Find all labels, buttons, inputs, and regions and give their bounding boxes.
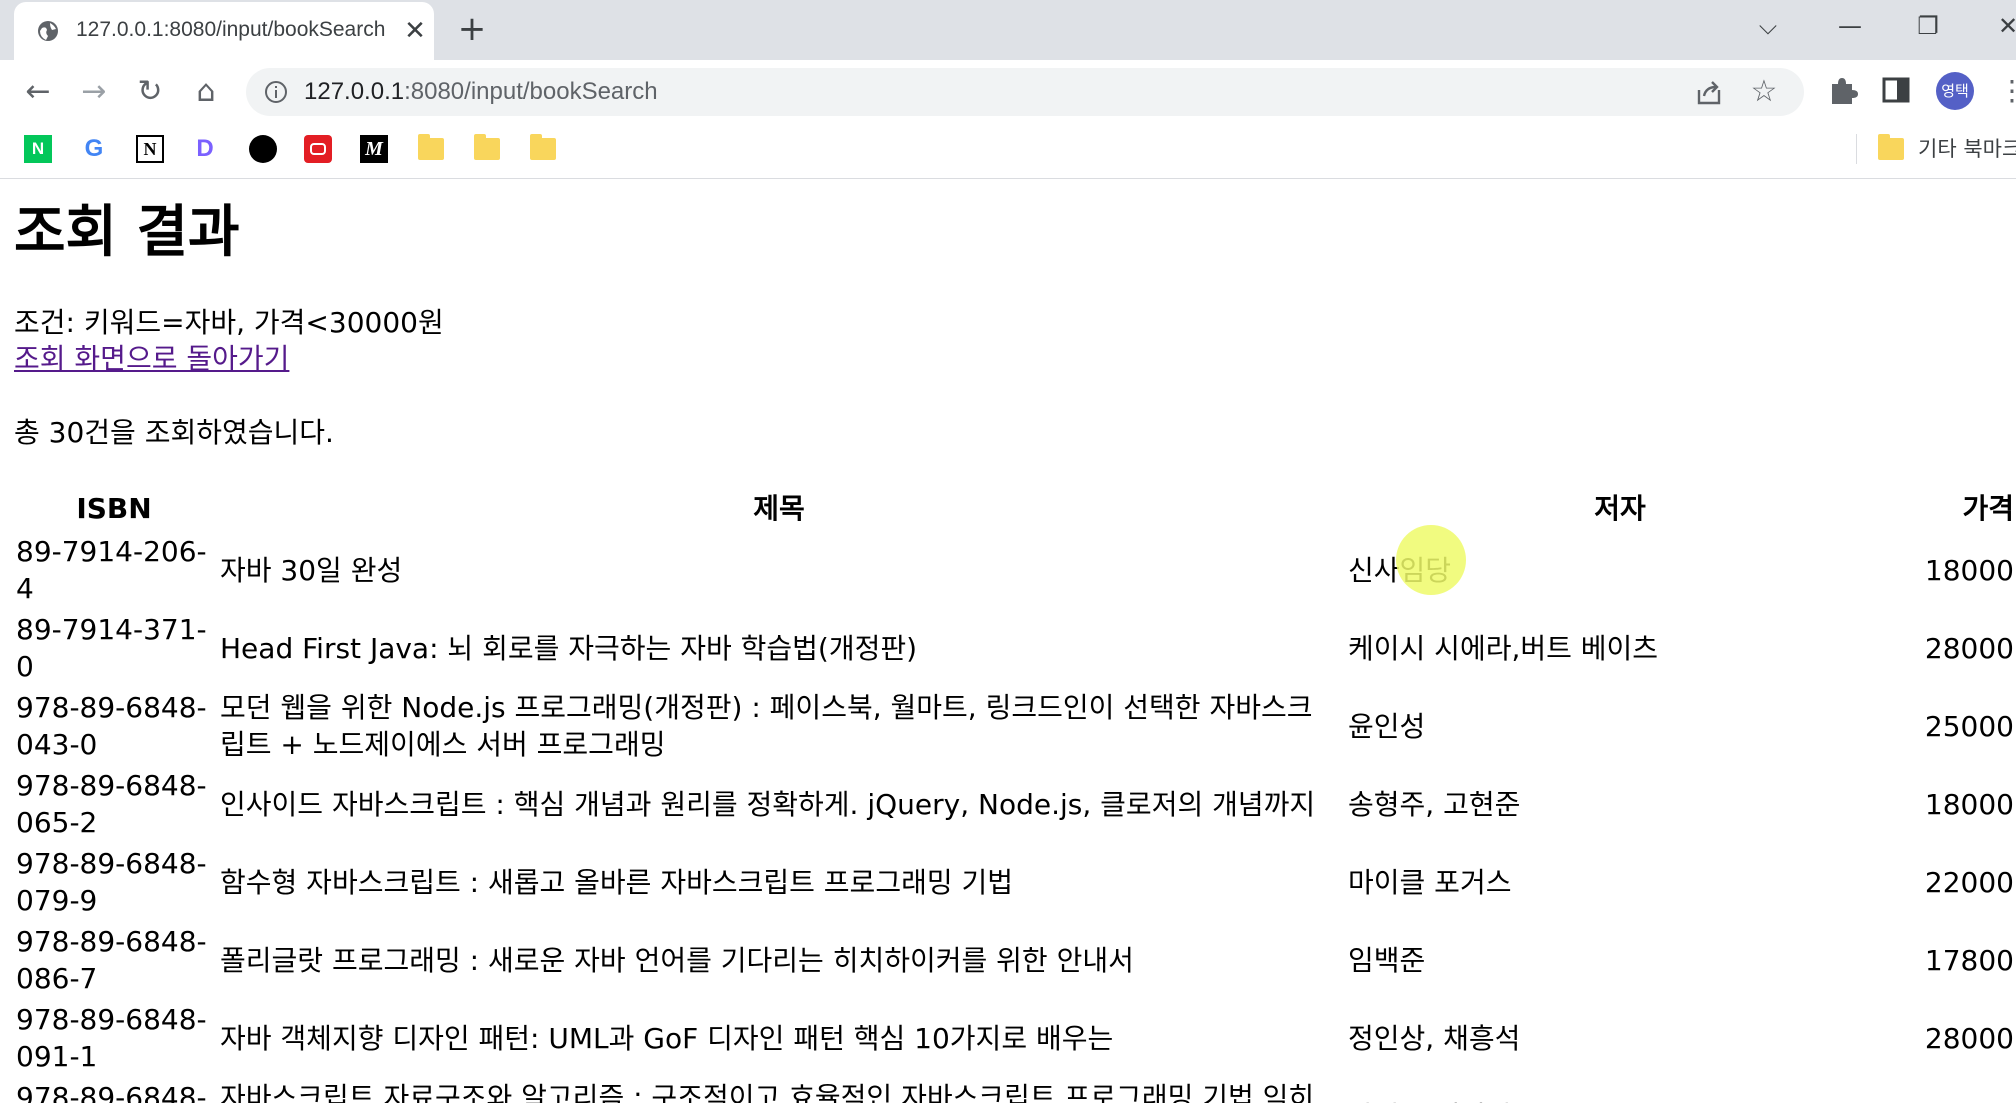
cell-isbn: 978-89-6848-065-2 <box>16 769 207 839</box>
cell-author: 임백준 <box>1348 943 1426 977</box>
bookmarks-bar: N G N D M 기타 북마크 <box>0 122 2016 179</box>
cell-title: 함수형 자바스크립트 : 새롭고 올바른 자바스크립트 프로그래밍 기법 <box>220 865 1014 899</box>
folder-icon[interactable] <box>418 134 444 160</box>
browser-toolbar: ← → ↻ ⌂ 127.0.0.1:8080/input/bookSearch … <box>0 60 2016 122</box>
folder-icon[interactable] <box>474 134 500 160</box>
cell-author: 마이클 포거스 <box>1348 865 1512 899</box>
cell-title: 자바 객체지향 디자인 패턴: UML과 GoF 디자인 패턴 핵심 10가지로… <box>220 1021 1114 1055</box>
cell-price: 18000 <box>1924 787 2014 821</box>
cell-isbn: 978-89-6848-043-0 <box>16 691 207 761</box>
browser-tab[interactable]: 127.0.0.1:8080/input/bookSearch ✕ <box>14 2 434 60</box>
back-to-search-link[interactable]: 조회 화면으로 돌아가기 <box>14 341 289 377</box>
cell-isbn: 89-7914-371-0 <box>16 613 207 683</box>
side-panel-icon[interactable] <box>1882 76 1910 104</box>
cell-title: 자바스크립트 자료구조와 알고리즘 : 구조적이고 효율적인 자바스크립트 프로… <box>220 1081 1315 1103</box>
cell-title: 인사이드 자바스크립트 : 핵심 개념과 원리를 정확하게. jQuery, N… <box>220 787 1316 821</box>
other-bookmarks-label[interactable]: 기타 북마크 <box>1918 134 2016 164</box>
page-title: 조회 결과 <box>14 200 240 265</box>
cell-title: Head First Java: 뇌 회로를 자극하는 자바 학습법(개정판) <box>220 631 918 665</box>
back-arrow-icon[interactable]: ← <box>18 72 58 112</box>
restore-icon[interactable]: ❐ <box>1908 8 1948 44</box>
header-price: 가격 <box>1962 491 2014 525</box>
table-row: 978-89-6848-091-1 자바 객체지향 디자인 패턴: UML과 G… <box>14 999 2016 1077</box>
table-row: 978-89-6848-079-9 함수형 자바스크립트 : 새롭고 올바른 자… <box>14 843 2016 921</box>
header-isbn: ISBN <box>76 491 152 525</box>
site-info-icon[interactable] <box>264 80 288 104</box>
cell-isbn: 89-7914-206-4 <box>16 535 207 605</box>
cell-price: 28000 <box>1924 1021 2014 1055</box>
reload-icon[interactable]: ↻ <box>130 72 170 112</box>
d-app-icon[interactable]: D <box>191 135 219 163</box>
header-author: 저자 <box>1594 491 1646 525</box>
folder-icon[interactable] <box>530 134 556 160</box>
cell-title: 모던 웹을 위한 Node.js 프로그래밍(개정판) : 페이스북, 월마트,… <box>220 691 1313 761</box>
table-row: 978-89-6848-043-0 모던 웹을 위한 Node.js 프로그래밍… <box>14 687 2016 765</box>
naver-icon[interactable]: N <box>24 135 52 163</box>
extensions-puzzle-icon[interactable] <box>1828 74 1858 106</box>
github-icon[interactable] <box>249 135 277 163</box>
cell-isbn: 978-89-6848-122-2 <box>16 1081 207 1103</box>
other-bookmarks-folder-icon[interactable] <box>1878 134 1904 160</box>
cell-price: 22000 <box>1894 1077 2016 1103</box>
cell-price: 17800 <box>1924 943 2014 977</box>
new-tab-icon[interactable]: + <box>454 12 490 48</box>
table-row: 978-89-6848-122-2 자바스크립트 자료구조와 알고리즘 : 구조… <box>14 1077 2016 1103</box>
cursor-highlight <box>1396 525 1466 595</box>
cell-title: 자바 30일 완성 <box>220 553 403 587</box>
url-path: :8080/input/bookSearch <box>404 78 658 105</box>
bookmark-star-icon[interactable]: ☆ <box>1746 74 1782 110</box>
table-row: 89-7914-206-4 자바 30일 완성 신사임당 18000 <box>14 531 2016 609</box>
table-row: 89-7914-371-0 Head First Java: 뇌 회로를 자극하… <box>14 609 2016 687</box>
cell-isbn: 978-89-6848-086-7 <box>16 925 207 995</box>
globe-icon <box>38 21 58 41</box>
m-app-icon[interactable]: M <box>360 135 388 163</box>
home-icon[interactable]: ⌂ <box>186 72 226 112</box>
share-icon[interactable] <box>1694 78 1724 108</box>
cell-author: 케이시 시에라,버트 베이츠 <box>1348 631 1659 665</box>
minimize-icon[interactable]: — <box>1830 8 1870 44</box>
tab-search-icon[interactable]: ⌵ <box>1748 8 1788 44</box>
search-condition: 조건: 키워드=자바, 가격<30000원 <box>14 306 444 339</box>
table-row: 978-89-6848-065-2 인사이드 자바스크립트 : 핵심 개념과 원… <box>14 765 2016 843</box>
cell-title: 폴리글랏 프로그래밍 : 새로운 자바 언어를 기다리는 히치하이커를 위한 안… <box>220 943 1134 977</box>
notion-icon[interactable]: N <box>136 135 164 163</box>
bookmarks-divider <box>1856 134 1857 164</box>
google-icon[interactable]: G <box>80 135 108 163</box>
cell-price: 25000 <box>1924 709 2014 743</box>
table-row: 978-89-6848-086-7 폴리글랏 프로그래밍 : 새로운 자바 언어… <box>14 921 2016 999</box>
close-window-icon[interactable]: ✕ <box>1988 8 2016 44</box>
url-text[interactable]: 127.0.0.1:8080/input/bookSearch <box>304 78 658 108</box>
page-content: 조회 결과 조건: 키워드=자바, 가격<30000원 조회 화면으로 돌아가기… <box>0 179 2016 1103</box>
close-tab-icon[interactable]: ✕ <box>400 16 430 46</box>
cell-price: 22000 <box>1924 865 2014 899</box>
cell-price: 18000 <box>1924 553 2014 587</box>
cell-isbn: 978-89-6848-091-1 <box>16 1003 207 1073</box>
address-bar[interactable]: 127.0.0.1:8080/input/bookSearch ☆ <box>246 68 1804 116</box>
url-host: 127.0.0.1 <box>304 78 405 105</box>
cell-price: 28000 <box>1924 631 2014 665</box>
cell-author: 정인상, 채흥석 <box>1348 1021 1521 1055</box>
tab-title: 127.0.0.1:8080/input/bookSearch <box>76 18 386 41</box>
tab-strip: 127.0.0.1:8080/input/bookSearch ✕ + ⌵ — … <box>0 0 2016 60</box>
cell-isbn: 978-89-6848-079-9 <box>16 847 207 917</box>
red-app-icon[interactable] <box>304 135 332 163</box>
cell-author: 마이클 맥밀런 <box>1340 1077 1894 1103</box>
cell-author: 송형주, 고현준 <box>1348 787 1521 821</box>
results-table: ISBN 제목 저자 가격 89-7914-206-4 자바 30일 완성 신사… <box>14 485 2016 1103</box>
forward-arrow-icon[interactable]: → <box>74 72 114 112</box>
more-menu-icon[interactable]: ⋮ <box>1998 74 2016 108</box>
header-title: 제목 <box>753 491 805 525</box>
profile-avatar[interactable]: 영택 <box>1936 72 1974 110</box>
result-count: 총 30건을 조회하였습니다. <box>14 416 334 449</box>
cell-author: 윤인성 <box>1348 709 1426 743</box>
table-header-row: ISBN 제목 저자 가격 <box>14 485 2016 531</box>
